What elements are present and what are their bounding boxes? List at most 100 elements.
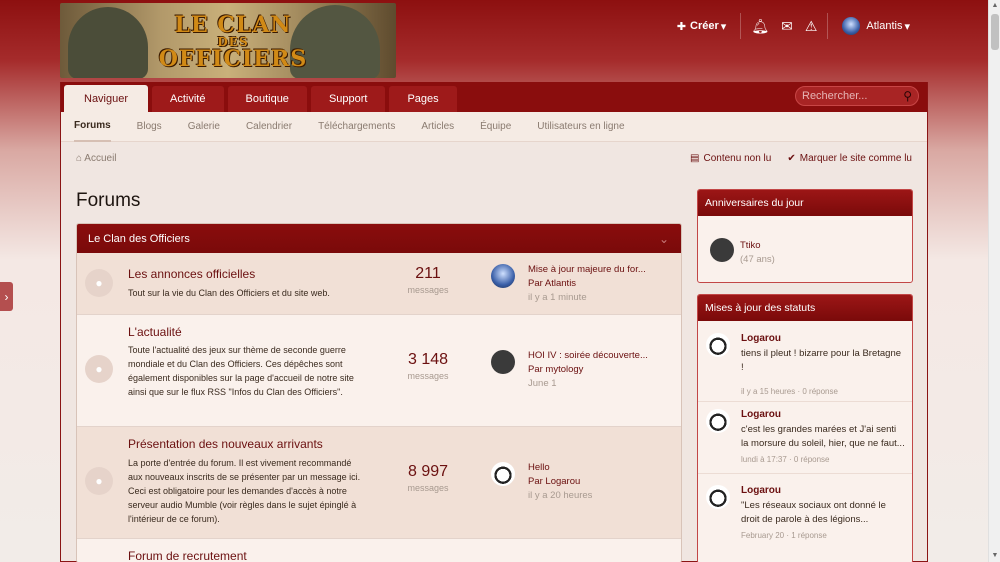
page-actions: ▤ Contenu non lu ✔ Marquer le site comme l… xyxy=(690,153,912,164)
logo-line-3: OFFICIERS xyxy=(158,46,308,72)
unread-label: Contenu non lu xyxy=(703,152,772,164)
user-avatar xyxy=(842,17,861,35)
forum-stats: 8 997 messages xyxy=(393,463,463,493)
forum-chat-icon: ● xyxy=(85,269,113,297)
subnav-online-users[interactable]: Utilisateurs en ligne xyxy=(537,112,624,142)
subnav-galerie[interactable]: Galerie xyxy=(188,112,220,142)
subnav-forums[interactable]: Forums xyxy=(74,112,111,142)
tab-support[interactable]: Support xyxy=(310,86,386,112)
last-post-time: il y a 20 heures xyxy=(528,490,593,501)
forum-description: Tout sur la vie du Clan des Officiers et… xyxy=(128,288,330,298)
status-meta: lundi à 17:37 · 0 réponse xyxy=(741,455,830,464)
checkmark-icon: ✔ xyxy=(787,152,796,164)
last-post-author[interactable]: Par mytology xyxy=(528,364,583,375)
last-post-author[interactable]: Par Logarou xyxy=(528,476,580,487)
forum-description: Toute l'actualité des jeux sur thème de … xyxy=(128,345,354,397)
home-icon: ⌂ xyxy=(76,152,83,164)
secondary-nav: Forums Blogs Galerie Calendrier Téléchar… xyxy=(61,112,927,142)
status-message: "Les réseaux sociaux ont donné le droit … xyxy=(741,500,886,525)
site-logo[interactable]: LE CLAN DES OFFICIERS xyxy=(60,3,396,78)
status-author[interactable]: Logarou xyxy=(741,333,781,344)
status-updates-widget: Mises à jour des statuts Logarou tiens i… xyxy=(697,294,913,562)
last-post-title[interactable]: HOI IV : soirée découverte... xyxy=(528,350,668,361)
last-post-title[interactable]: Hello xyxy=(528,462,668,473)
status-avatar[interactable] xyxy=(706,333,730,357)
status-item: Logarou c'est les grandes marées et J'ai… xyxy=(706,409,906,469)
forum-row[interactable]: Forum de recrutement xyxy=(77,539,681,562)
scroll-thumb[interactable] xyxy=(991,14,999,50)
status-item: Logarou "Les réseaux sociaux ont donné l… xyxy=(706,485,906,545)
forum-row[interactable]: ● Présentation des nouveaux arrivants La… xyxy=(77,427,681,539)
forum-description: La porte d'entrée du forum. Il est vivem… xyxy=(128,458,361,524)
envelope-icon[interactable]: ✉︎ xyxy=(775,18,799,35)
create-label: Créer xyxy=(690,20,719,32)
forum-last-post: HOI IV : soirée découverte... Par mytolo… xyxy=(491,350,671,390)
breadcrumb: ⌂ Accueil ▤ Contenu non lu ✔ Marquer le si… xyxy=(76,150,912,166)
forum-title[interactable]: Présentation des nouveaux arrivants xyxy=(128,437,323,451)
logo-soldier-left xyxy=(68,7,148,78)
subnav-articles[interactable]: Articles xyxy=(421,112,454,142)
subnav-telechargements[interactable]: Téléchargements xyxy=(318,112,395,142)
forum-chat-icon: ● xyxy=(85,467,113,495)
subnav-calendrier[interactable]: Calendrier xyxy=(246,112,292,142)
logo-text: LE CLAN DES OFFICIERS xyxy=(158,14,308,72)
forum-row[interactable]: ● Les annonces officielles Tout sur la v… xyxy=(77,253,681,315)
warning-icon[interactable]: ⚠︎ xyxy=(799,18,824,35)
status-item: Logarou tiens il pleut ! bizarre pour la… xyxy=(706,333,906,396)
forum-post-label: messages xyxy=(407,371,449,381)
page-title: Forums xyxy=(76,190,141,211)
scroll-up-arrow[interactable]: ▲ xyxy=(989,0,1000,12)
unread-icon: ▤ xyxy=(690,152,700,164)
forum-row[interactable]: ● L'actualité Toute l'actualité des jeux… xyxy=(77,315,681,427)
user-menu[interactable]: Atlantis ▾ xyxy=(832,14,920,38)
plus-icon: ✚ xyxy=(676,20,687,33)
status-author[interactable]: Logarou xyxy=(741,485,781,496)
search-input[interactable]: Rechercher... ⚲ xyxy=(795,86,919,106)
tab-activite[interactable]: Activité xyxy=(152,86,224,112)
birthday-avatar[interactable] xyxy=(710,238,734,262)
forum-post-count: 211 xyxy=(415,265,441,282)
chevron-down-icon[interactable]: ⌄ xyxy=(659,232,669,246)
forum-title[interactable]: Les annonces officielles xyxy=(128,267,255,281)
status-author[interactable]: Logarou xyxy=(741,409,781,420)
last-post-time: June 1 xyxy=(528,378,557,389)
caret-down-icon: ▾ xyxy=(720,20,727,33)
last-post-avatar[interactable] xyxy=(491,264,515,288)
status-updates-title: Mises à jour des statuts xyxy=(698,295,912,321)
create-button[interactable]: ✚ Créer ▾ xyxy=(667,14,737,38)
category-header[interactable]: Le Clan des Officiers ⌄ xyxy=(77,224,681,253)
scroll-down-arrow[interactable]: ▼ xyxy=(989,550,1000,562)
page-scrollbar[interactable]: ▲ ▼ xyxy=(988,0,1000,562)
search-icon[interactable]: ⚲ xyxy=(903,89,912,103)
side-panel-toggle[interactable]: › xyxy=(0,282,13,311)
forum-post-label: messages xyxy=(407,483,449,493)
birthday-age: (47 ans) xyxy=(740,254,775,265)
forum-title[interactable]: L'actualité xyxy=(128,325,182,339)
bell-icon[interactable]: 🔔︎ xyxy=(745,18,775,35)
last-post-avatar[interactable] xyxy=(491,462,515,486)
tab-boutique[interactable]: Boutique xyxy=(227,86,307,112)
nav-separator xyxy=(827,13,829,39)
mark-read-label: Marquer le site comme lu xyxy=(799,152,912,164)
subnav-equipe[interactable]: Équipe xyxy=(480,112,511,142)
status-avatar[interactable] xyxy=(706,409,730,433)
unread-content-link[interactable]: ▤ Contenu non lu xyxy=(690,153,771,164)
main-frame: Naviguer Activité Boutique Support Pages… xyxy=(60,82,928,562)
status-meta: February 20 · 1 réponse xyxy=(741,531,827,540)
last-post-author[interactable]: Par Atlantis xyxy=(528,278,576,289)
last-post-avatar[interactable] xyxy=(491,350,515,374)
forum-category: Le Clan des Officiers ⌄ ● Les annonces o… xyxy=(76,223,682,562)
status-avatar[interactable] xyxy=(706,485,730,509)
tab-naviguer[interactable]: Naviguer xyxy=(64,85,149,112)
mark-read-link[interactable]: ✔ Marquer le site comme lu xyxy=(787,153,912,164)
forum-chat-icon: ● xyxy=(85,355,113,383)
forum-last-post: Hello Par Logarou il y a 20 heures xyxy=(491,462,671,502)
breadcrumb-home[interactable]: ⌂ Accueil xyxy=(76,153,117,164)
subnav-blogs[interactable]: Blogs xyxy=(137,112,162,142)
last-post-title[interactable]: Mise à jour majeure du for... xyxy=(528,264,668,275)
tab-pages[interactable]: Pages xyxy=(389,86,457,112)
birthday-name[interactable]: Ttiko xyxy=(740,240,761,251)
username: Atlantis xyxy=(866,20,903,32)
forum-title[interactable]: Forum de recrutement xyxy=(128,549,247,562)
search-placeholder: Rechercher... xyxy=(802,90,868,102)
